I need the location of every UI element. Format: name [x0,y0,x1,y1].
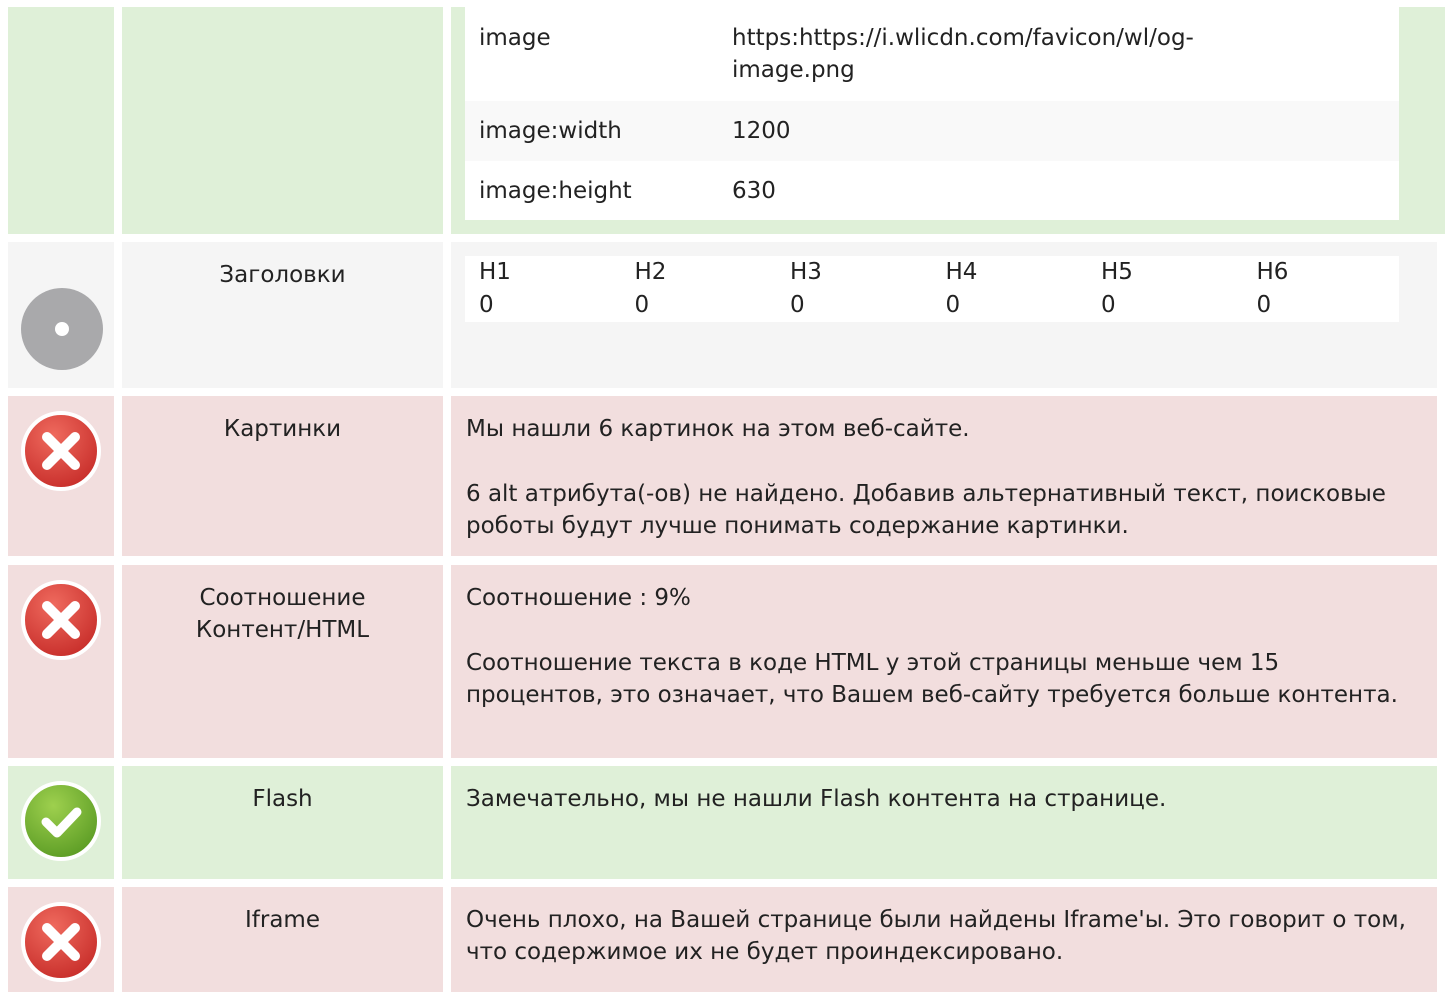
body-cell: Очень плохо, на Вашей странице были найд… [451,887,1437,992]
headings-table: H1 0 H2 0 H3 0 H4 0 H5 0 H6 0 [465,256,1399,322]
ratio-row: Соотношение Контент/HTML Соотношение : 9… [0,565,1445,758]
iframe-row: Iframe Очень плохо, на Вашей странице бы… [0,887,1445,992]
heading-tag: H5 [1101,259,1133,285]
heading-col-h6: H6 0 [1243,256,1399,322]
label-cell: Iframe [122,887,443,992]
body-line: Замечательно, мы не нашли Flash контента… [466,786,1167,812]
og-table: image https:https://i.wlicdn.com/favicon… [465,7,1399,220]
heading-col-h2: H2 0 [621,256,777,322]
heading-col-h3: H3 0 [776,256,932,322]
row-body: Замечательно, мы не нашли Flash контента… [466,783,1417,815]
og-row-section: image https:https://i.wlicdn.com/favicon… [0,0,1445,234]
og-value: 630 [732,178,776,204]
table-row: image:height 630 [465,161,1399,220]
og-key: image [479,25,551,51]
heading-tag: H4 [945,259,978,285]
right-edge [1437,7,1445,234]
heading-count: 0 [1256,292,1272,318]
og-key: image:width [479,118,622,144]
heading-count: 0 [945,292,961,318]
success-check-icon [20,780,102,862]
heading-count: 0 [634,292,650,318]
heading-col-h5: H5 0 [1087,256,1243,322]
status-cell [8,887,114,992]
label-cell: Соотношение Контент/HTML [122,565,443,758]
row-label: Flash [252,786,313,812]
neutral-dot-icon [21,288,103,370]
heading-tag: H1 [479,259,511,285]
status-cell [8,7,114,234]
status-cell [8,766,114,879]
status-cell [8,242,114,388]
error-x-icon [20,901,102,983]
label-cell: Flash [122,766,443,879]
row-label: Заголовки [219,262,346,288]
status-cell [8,396,114,556]
label-cell [122,7,443,234]
body-cell: Замечательно, мы не нашли Flash контента… [451,766,1437,879]
row-body: Соотношение : 9% Соотношение текста в ко… [466,582,1417,711]
headings-row: Заголовки H1 0 H2 0 H3 0 H4 0 H5 0 H6 0 [0,242,1445,388]
row-label: Iframe [245,907,320,933]
table-row: image https:https://i.wlicdn.com/favicon… [465,7,1399,101]
heading-tag: H2 [634,259,667,285]
row-label: Картинки [223,416,342,442]
heading-count: 0 [479,292,494,318]
og-key: image:height [479,178,632,204]
heading-tag: H6 [1256,259,1289,285]
body-line: Очень плохо, на Вашей странице были найд… [466,907,1406,965]
error-x-icon [20,579,102,661]
heading-col-h4: H4 0 [932,256,1088,322]
body-cell: image https:https://i.wlicdn.com/favicon… [451,7,1437,234]
og-value: https:https://i.wlicdn.com/favicon/wl/og… [732,25,1194,83]
heading-col-h1: H1 0 [465,256,621,322]
heading-count: 0 [1101,292,1116,318]
heading-tag: H3 [790,259,822,285]
body-line: 6 alt атрибута(-ов) не найдено. Добавив … [466,481,1386,539]
body-line: Соотношение текста в коде HTML у этой ст… [466,650,1398,708]
row-body: Мы нашли 6 картинок на этом веб-сайте. 6… [466,413,1417,542]
body-cell: Мы нашли 6 картинок на этом веб-сайте. 6… [451,396,1437,556]
table-row: image:width 1200 [465,101,1399,161]
og-value: 1200 [732,118,791,144]
images-row: Картинки Мы нашли 6 картинок на этом веб… [0,396,1445,556]
body-cell: H1 0 H2 0 H3 0 H4 0 H5 0 H6 0 [451,242,1437,388]
heading-count: 0 [790,292,805,318]
body-line: Мы нашли 6 картинок на этом веб-сайте. [466,416,970,442]
label-cell: Картинки [122,396,443,556]
body-cell: Соотношение : 9% Соотношение текста в ко… [451,565,1437,758]
body-line: Соотношение : 9% [466,585,691,611]
row-label: Соотношение Контент/HTML [195,585,370,643]
row-body: Очень плохо, на Вашей странице были найд… [466,904,1417,968]
error-x-icon [20,410,102,492]
flash-row: Flash Замечательно, мы не нашли Flash ко… [0,766,1445,879]
status-cell [8,565,114,758]
label-cell: Заголовки [122,242,443,388]
